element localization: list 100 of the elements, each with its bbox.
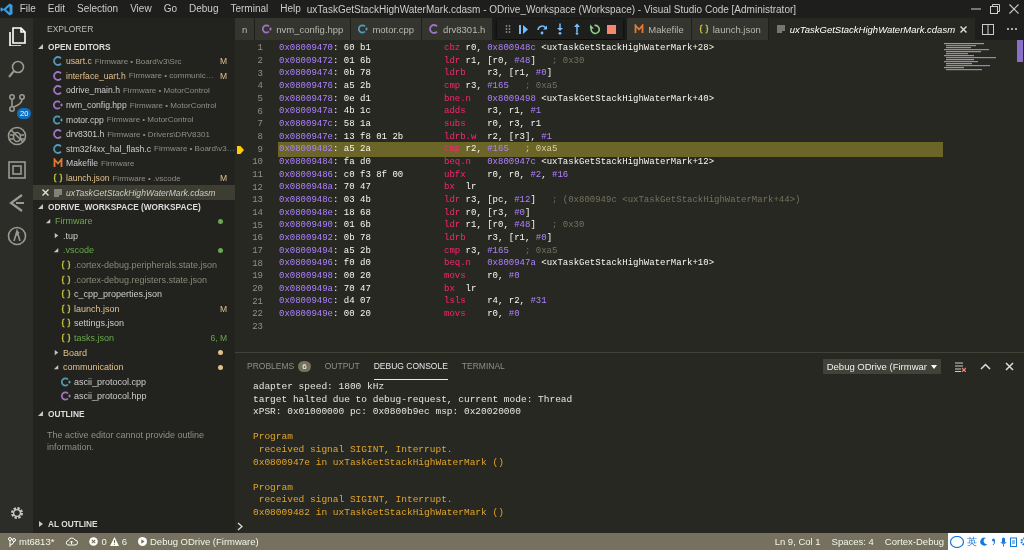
section-header[interactable]: AL OUTLINE bbox=[33, 517, 235, 531]
code-line: 0x08009472: 01 6b ldr r1, [r0, #48] ; 0x30 bbox=[279, 54, 586, 68]
code-line: 0x0800947c: 58 1a subs r0, r3, r1 bbox=[279, 118, 543, 131]
menu-item[interactable]: File bbox=[13, 0, 42, 18]
folder-name: .vscode bbox=[63, 245, 95, 256]
open-editor-item[interactable]: usart.c Firmware • Board\v3\Src M bbox=[33, 54, 235, 69]
line-number: 21 bbox=[251, 296, 263, 307]
line-number: 1 bbox=[256, 43, 263, 54]
console-line: received signal SIGINT, Interrupt. bbox=[257, 494, 454, 507]
line-number: 11 bbox=[251, 170, 263, 181]
tree-item[interactable]: settings.json bbox=[33, 316, 235, 331]
open-editor-item[interactable]: uxTaskGetStackHighWaterMark.cdasm bbox=[33, 185, 235, 200]
tree-item[interactable]: .vscode bbox=[33, 243, 235, 258]
tree-item[interactable]: Firmware bbox=[33, 213, 235, 229]
file-path: Firmware • MotorControl bbox=[129, 100, 217, 110]
launch-dropdown[interactable]: Debug ODrive (Firmwar bbox=[822, 359, 941, 374]
console-line: target halted due to debug-request, current mode: Thread bbox=[253, 393, 574, 407]
open-editor-item[interactable]: stm32f4xx_hal_flash.c Firmware • Board\v3… bbox=[33, 141, 235, 157]
menu-item[interactable]: Terminal bbox=[224, 0, 275, 18]
open-editor-item[interactable]: nvm_config.hpp Firmware • MotorControl bbox=[33, 97, 235, 113]
tree-item[interactable]: launch.json M bbox=[33, 301, 235, 317]
file-name: ascii_protocol.cpp bbox=[74, 376, 147, 387]
menu-item[interactable]: Go bbox=[157, 0, 183, 18]
menu-item[interactable]: Edit bbox=[41, 0, 71, 18]
folder-name: communication bbox=[63, 362, 124, 373]
open-editor-item[interactable]: drv8301.h Firmware • Drivers\DRV8301 bbox=[33, 126, 235, 142]
section-header[interactable]: OPEN EDITORS bbox=[33, 40, 235, 54]
file-name: .cortex-debug.registers.state.json bbox=[74, 274, 208, 285]
problems-item[interactable]: 0 6 bbox=[89, 536, 127, 547]
input-mode[interactable]: 英 bbox=[967, 534, 977, 549]
tree-item[interactable]: tasks.json 6, M bbox=[33, 330, 235, 346]
console-line: 0x0800947e in uxTaskGetStackHighWaterMark () bbox=[253, 456, 505, 470]
tree-item[interactable]: Board bbox=[33, 345, 235, 360]
count-badge: 6 bbox=[298, 360, 311, 372]
code-line: 0x08009490: 01 6b ldr r1, [r0, #48] ; 0x30 bbox=[279, 219, 586, 233]
debug-mode[interactable]: Cortex-Debug bbox=[884, 536, 944, 547]
line-number: 13 bbox=[251, 195, 263, 206]
file-name: launch.json bbox=[74, 303, 120, 314]
open-editor-item[interactable]: Makefile Firmware bbox=[33, 156, 235, 171]
file-name: ascii_protocol.hpp bbox=[74, 391, 147, 402]
tree-item[interactable]: .tup bbox=[33, 228, 235, 244]
console-line: received signal SIGINT, Interrupt. bbox=[257, 443, 454, 457]
line-number: 15 bbox=[251, 220, 263, 231]
line-number: 17 bbox=[251, 246, 263, 257]
open-editor-item[interactable]: odrive_main.h Firmware • MotorControl bbox=[33, 83, 235, 98]
editor-tab[interactable]: motor.cpp bbox=[351, 18, 423, 40]
git-status: M bbox=[219, 70, 227, 81]
editor-tab[interactable]: Makefile bbox=[627, 18, 692, 40]
menu-item[interactable]: Debug bbox=[182, 0, 225, 18]
cursor-position[interactable]: Ln 9, Col 1 bbox=[774, 536, 821, 547]
panel-tab[interactable]: OUTPUT bbox=[324, 353, 360, 380]
open-editor-item[interactable]: launch.json Firmware • .vscode M bbox=[33, 170, 235, 186]
line-number: 18 bbox=[251, 258, 263, 269]
editor-tab[interactable]: n bbox=[235, 18, 256, 40]
folder-name: Board bbox=[63, 347, 88, 358]
tree-item[interactable]: .cortex-debug.peripherals.state.json bbox=[33, 257, 235, 273]
editor-tab[interactable]: launch.json bbox=[691, 18, 769, 40]
tree-item[interactable]: communication bbox=[33, 359, 235, 375]
sidebar-title: EXPLORER bbox=[47, 24, 94, 34]
panel-tab[interactable]: TERMINAL bbox=[461, 353, 505, 380]
editor-tab[interactable]: drv8301.h bbox=[422, 18, 494, 40]
line-number: 16 bbox=[251, 233, 263, 244]
file-name: stm32f4xx_hal_flash.c bbox=[66, 143, 152, 154]
file-name: settings.json bbox=[74, 318, 125, 329]
editor-tab[interactable]: nvm_config.hpp bbox=[255, 18, 352, 40]
menu-item[interactable]: View bbox=[124, 0, 158, 18]
tree-item[interactable]: .cortex-debug.registers.state.json bbox=[33, 272, 235, 287]
editor-tab[interactable]: uxTaskGetStackHighWaterMark.cdasm bbox=[768, 18, 977, 40]
code-line: 0x08009492: 0b 78 ldrb r3, [r1, #0] bbox=[279, 232, 554, 245]
menu-item[interactable]: Selection bbox=[71, 0, 125, 18]
code-line: 0x08009498: 00 20 movs r0, #0 bbox=[279, 270, 521, 283]
tree-item[interactable]: ascii_protocol.hpp bbox=[33, 389, 235, 404]
file-name: launch.json bbox=[66, 173, 110, 184]
tree-item[interactable]: ascii_protocol.cpp bbox=[33, 374, 235, 390]
line-number: 2 bbox=[256, 56, 263, 66]
code-line: 0x08009496: f0 d0 beq.n 0x800947a <uxTaskGetStackHighWaterMark+10> bbox=[279, 257, 716, 271]
git-status: M bbox=[219, 56, 227, 67]
launch-item[interactable]: Debug ODrive (Firmware) bbox=[138, 536, 259, 547]
file-path: Firmware • Drivers\DRV8301 bbox=[107, 129, 210, 139]
file-name: motor.cpp bbox=[66, 114, 104, 125]
line-number: 5 bbox=[256, 94, 263, 104]
indentation-setting[interactable]: Spaces: 4 bbox=[831, 536, 874, 547]
tree-item[interactable]: c_cpp_properties.json bbox=[33, 286, 235, 302]
panel-tab[interactable]: PROBLEMS 6 bbox=[247, 353, 311, 380]
folder-name: Firmware bbox=[55, 216, 93, 227]
console-line: Program bbox=[253, 481, 294, 495]
panel-tab[interactable]: DEBUG CONSOLE bbox=[373, 353, 448, 380]
section-header[interactable]: ODRIVE_WORKSPACE (WORKSPACE) bbox=[33, 199, 235, 214]
code-line: 0x08009478: 0e d1 bne.n 0x8009498 <uxTaskGetStackHighWaterMark+40> bbox=[279, 92, 716, 106]
code-line: 0x0800949c: d4 07 lsls r4, r2, #31 bbox=[279, 295, 548, 309]
code-line: 0x0800949a: 70 47 bx lr bbox=[279, 282, 478, 296]
line-number: 10 bbox=[251, 157, 263, 168]
code-line: 0x08009470: 60 b1 cbz r0, 0x800948c <uxTaskGetStackHighWaterMark+28> bbox=[279, 42, 716, 55]
open-editor-item[interactable]: interface_uart.h Firmware • communic… M bbox=[33, 68, 235, 84]
menu-item[interactable]: Help bbox=[274, 0, 307, 18]
branch-item[interactable]: mt6813* bbox=[8, 536, 55, 547]
file-name: nvm_config.hpp bbox=[66, 100, 127, 111]
section-header[interactable]: OUTLINE bbox=[33, 406, 235, 421]
open-editor-item[interactable]: motor.cpp Firmware • MotorControl bbox=[33, 112, 235, 127]
git-status: M bbox=[219, 173, 227, 184]
